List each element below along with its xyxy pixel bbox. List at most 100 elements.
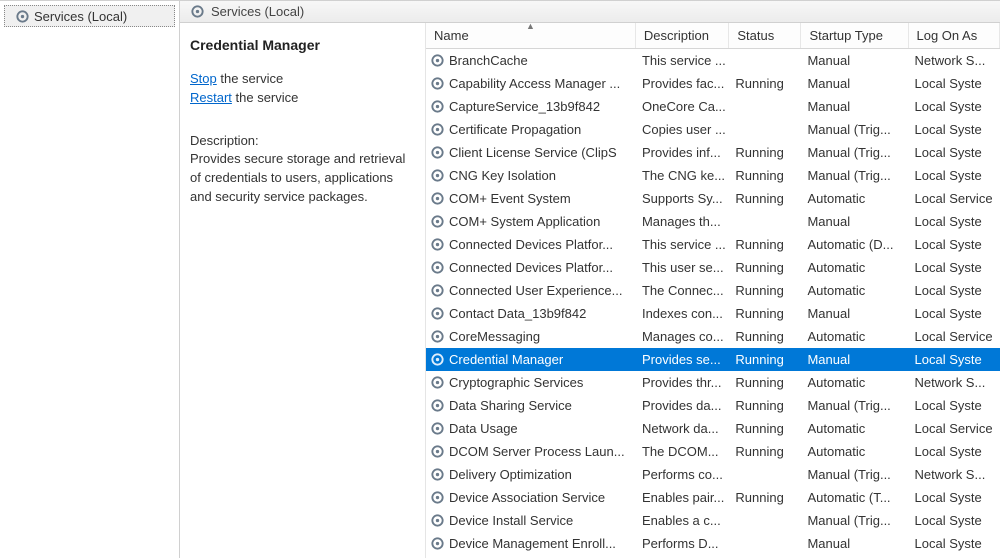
cell-log-on-as: Local Syste xyxy=(909,260,1000,275)
column-header-row: ▲ Name Description Status Startup Type L… xyxy=(426,23,1000,49)
table-row[interactable]: Data Sharing ServiceProvides da...Runnin… xyxy=(426,394,1000,417)
table-row[interactable]: COM+ System ApplicationManages th...Manu… xyxy=(426,210,1000,233)
cell-name: Data Usage xyxy=(426,421,636,436)
cell-name: Delivery Optimization xyxy=(426,467,636,482)
gear-icon xyxy=(430,168,445,183)
column-header-log-on-as[interactable]: Log On As xyxy=(909,23,1000,48)
cell-name: COM+ System Application xyxy=(426,214,636,229)
cell-log-on-as: Local Syste xyxy=(909,283,1000,298)
table-row[interactable]: Credential ManagerProvides se...RunningM… xyxy=(426,348,1000,371)
cell-startup-type: Automatic xyxy=(801,191,908,206)
service-name: Connected Devices Platfor... xyxy=(449,260,613,275)
table-row[interactable]: Delivery OptimizationPerforms co...Manua… xyxy=(426,463,1000,486)
cell-startup-type: Manual (Trig... xyxy=(801,122,908,137)
cell-name: COM+ Event System xyxy=(426,191,636,206)
cell-description: Indexes con... xyxy=(636,306,729,321)
table-row[interactable]: Cryptographic ServicesProvides thr...Run… xyxy=(426,371,1000,394)
table-row[interactable]: Device Install ServiceEnables a c...Manu… xyxy=(426,509,1000,532)
cell-startup-type: Manual xyxy=(801,306,908,321)
gear-icon xyxy=(430,283,445,298)
cell-startup-type: Automatic (T... xyxy=(801,490,908,505)
column-header-description[interactable]: Description xyxy=(636,23,729,48)
table-row[interactable]: CNG Key IsolationThe CNG ke...RunningMan… xyxy=(426,164,1000,187)
cell-log-on-as: Local Syste xyxy=(909,168,1000,183)
cell-startup-type: Manual (Trig... xyxy=(801,513,908,528)
table-row[interactable]: Connected Devices Platfor...This service… xyxy=(426,233,1000,256)
cell-log-on-as: Local Service xyxy=(909,421,1000,436)
service-name: Credential Manager xyxy=(449,352,563,367)
services-mmc-root: Services (Local) Services (Local) Creden… xyxy=(0,0,1000,558)
gear-icon xyxy=(430,76,445,91)
service-name: COM+ Event System xyxy=(449,191,571,206)
column-header-status[interactable]: Status xyxy=(729,23,801,48)
table-row[interactable]: CoreMessaging Manages co...RunningAutomat… xyxy=(426,325,1000,348)
cell-startup-type: Manual (Trig... xyxy=(801,168,908,183)
table-row[interactable]: Connected Devices Platfor...This user se… xyxy=(426,256,1000,279)
gear-icon xyxy=(430,490,445,505)
cell-name: Client License Service (ClipS xyxy=(426,145,636,160)
cell-startup-type: Automatic xyxy=(801,421,908,436)
table-row[interactable]: Device Management Enroll...Performs D...… xyxy=(426,532,1000,555)
cell-description: OneCore Ca... xyxy=(636,99,729,114)
tree-item-services-local[interactable]: Services (Local) xyxy=(4,5,175,27)
table-row[interactable]: BranchCacheThis service ...ManualNetwork… xyxy=(426,49,1000,72)
cell-status: Running xyxy=(729,237,801,252)
column-header-startup-type[interactable]: Startup Type xyxy=(801,23,908,48)
service-name: Delivery Optimization xyxy=(449,467,572,482)
gear-icon xyxy=(430,329,445,344)
cell-description: Supports Sy... xyxy=(636,191,729,206)
cell-status: Running xyxy=(729,306,801,321)
gear-icon xyxy=(430,306,445,321)
cell-name: Device Install Service xyxy=(426,513,636,528)
gear-icon xyxy=(430,421,445,436)
cell-name: Connected Devices Platfor... xyxy=(426,237,636,252)
content-split: Credential Manager Stop the service Rest… xyxy=(180,23,1000,558)
cell-name: Contact Data_13b9f842 xyxy=(426,306,636,321)
table-row[interactable]: Connected User Experience...The Connec..… xyxy=(426,279,1000,302)
service-name: Capability Access Manager ... xyxy=(449,76,620,91)
cell-startup-type: Manual xyxy=(801,536,908,551)
cell-log-on-as: Network S... xyxy=(909,53,1000,68)
cell-name: Connected User Experience... xyxy=(426,283,636,298)
cell-log-on-as: Local Syste xyxy=(909,398,1000,413)
action-restart-line: Restart the service xyxy=(190,90,415,105)
cell-log-on-as: Network S... xyxy=(909,375,1000,390)
cell-status: Running xyxy=(729,490,801,505)
cell-name: Data Sharing Service xyxy=(426,398,636,413)
cell-log-on-as: Local Syste xyxy=(909,513,1000,528)
service-name: BranchCache xyxy=(449,53,528,68)
gear-icon xyxy=(430,398,445,413)
cell-log-on-as: Local Syste xyxy=(909,536,1000,551)
table-row[interactable]: CaptureService_13b9f842OneCore Ca... Manu… xyxy=(426,95,1000,118)
table-row[interactable]: Capability Access Manager ...Provides fa… xyxy=(426,72,1000,95)
gear-icon xyxy=(430,237,445,252)
stop-link[interactable]: Stop xyxy=(190,71,217,86)
cell-name: CaptureService_13b9f842 xyxy=(426,99,636,114)
cell-status: Running xyxy=(729,421,801,436)
table-row[interactable]: Certificate PropagationCopies user ...Ma… xyxy=(426,118,1000,141)
cell-startup-type: Automatic xyxy=(801,329,908,344)
cell-description: Copies user ... xyxy=(636,122,729,137)
table-row[interactable]: COM+ Event SystemSupports Sy...RunningAu… xyxy=(426,187,1000,210)
table-row[interactable]: Contact Data_13b9f842 Indexes con...Runni… xyxy=(426,302,1000,325)
cell-status: Running xyxy=(729,329,801,344)
cell-description: Provides thr... xyxy=(636,375,729,390)
service-name: Device Management Enroll... xyxy=(449,536,616,551)
column-header-name[interactable]: ▲ Name xyxy=(426,23,636,48)
cell-description: Manages co... xyxy=(636,329,729,344)
cell-name: CNG Key Isolation xyxy=(426,168,636,183)
table-row[interactable]: Client License Service (ClipSProvides in… xyxy=(426,141,1000,164)
table-row[interactable]: Device Association ServiceEnables pair..… xyxy=(426,486,1000,509)
service-name: CoreMessaging xyxy=(449,329,540,344)
service-name: Contact Data_13b9f842 xyxy=(449,306,586,321)
cell-status: Running xyxy=(729,398,801,413)
table-row[interactable]: DCOM Server Process Laun...The DCOM...Ru… xyxy=(426,440,1000,463)
right-pane: Services (Local) Credential Manager Stop… xyxy=(180,1,1000,558)
restart-link[interactable]: Restart xyxy=(190,90,232,105)
cell-name: Credential Manager xyxy=(426,352,636,367)
cell-startup-type: Manual xyxy=(801,99,908,114)
cell-name: Connected Devices Platfor... xyxy=(426,260,636,275)
cell-log-on-as: Local Syste xyxy=(909,490,1000,505)
cell-description: Network da... xyxy=(636,421,729,436)
table-row[interactable]: Data UsageNetwork da...RunningAutomaticL… xyxy=(426,417,1000,440)
